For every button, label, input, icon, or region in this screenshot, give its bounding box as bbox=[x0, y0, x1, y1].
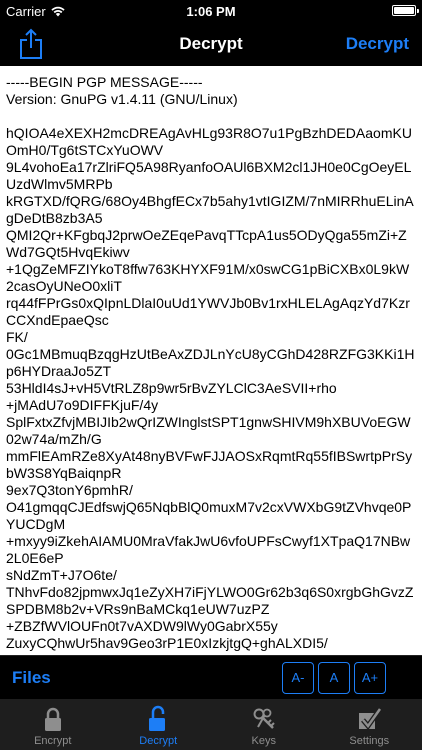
default-font-button[interactable]: A bbox=[318, 662, 350, 694]
navigation-bar: Decrypt Decrypt bbox=[0, 22, 422, 66]
tab-decrypt-label: Decrypt bbox=[139, 735, 178, 747]
bottom-toolbar: Files A- A A+ bbox=[0, 655, 422, 699]
files-button[interactable]: Files bbox=[12, 668, 51, 688]
tab-keys-label: Keys bbox=[251, 735, 276, 747]
lock-closed-icon bbox=[44, 707, 61, 731]
settings-checkmark-icon bbox=[359, 707, 383, 731]
keys-icon bbox=[253, 708, 275, 729]
tab-bar: Encrypt Decrypt Keys Settings bbox=[0, 699, 422, 750]
pgp-message-text[interactable]: -----BEGIN PGP MESSAGE----- Version: Gnu… bbox=[6, 74, 416, 655]
lock-open-icon bbox=[149, 705, 166, 731]
message-text-view[interactable]: -----BEGIN PGP MESSAGE----- Version: Gnu… bbox=[0, 66, 422, 655]
tab-encrypt[interactable]: Encrypt bbox=[0, 699, 106, 750]
status-bar: Carrier 1:06 PM bbox=[0, 0, 422, 22]
battery-icon bbox=[392, 5, 419, 16]
increase-font-button[interactable]: A+ bbox=[354, 662, 386, 694]
decrease-font-button[interactable]: A- bbox=[282, 662, 314, 694]
decrypt-button[interactable]: Decrypt bbox=[346, 34, 409, 54]
tab-settings-label: Settings bbox=[349, 735, 390, 747]
status-time: 1:06 PM bbox=[186, 4, 236, 19]
tab-decrypt[interactable]: Decrypt bbox=[106, 699, 212, 750]
tab-keys[interactable]: Keys bbox=[211, 699, 317, 750]
font-size-controls: A- A A+ bbox=[282, 662, 386, 694]
tab-settings[interactable]: Settings bbox=[317, 699, 422, 750]
tab-encrypt-label: Encrypt bbox=[34, 735, 72, 747]
share-icon[interactable] bbox=[18, 28, 44, 60]
battery-group bbox=[392, 5, 419, 16]
